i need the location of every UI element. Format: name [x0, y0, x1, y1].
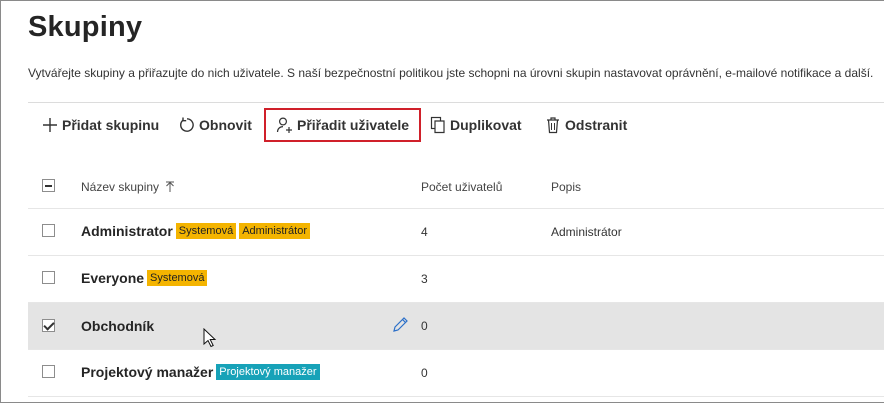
column-header-name-label: Název skupiny	[81, 180, 160, 194]
row-checkbox[interactable]	[42, 365, 55, 378]
add-group-button[interactable]: Přidat skupinu	[40, 108, 159, 142]
column-header-name[interactable]: Název skupiny	[81, 180, 175, 196]
duplicate-label: Duplikovat	[450, 117, 522, 133]
column-header-description[interactable]: Popis	[551, 180, 581, 194]
assign-users-button[interactable]: Přiřadit uživatele	[264, 108, 422, 142]
group-name-cell: Everyone Systemová	[81, 270, 208, 286]
status-badge: Systemová	[175, 223, 237, 239]
refresh-button[interactable]: Obnovit	[177, 108, 252, 142]
user-count: 0	[421, 319, 428, 333]
user-count: 4	[421, 225, 428, 239]
app-window: Skupiny Vytvářejte skupiny a přiřazujte …	[0, 0, 884, 403]
refresh-icon	[177, 115, 197, 135]
edit-pencil-icon[interactable]	[392, 316, 409, 338]
row-checkbox[interactable]	[42, 319, 55, 332]
plus-icon	[40, 115, 60, 135]
group-description: Administrátor	[551, 225, 622, 239]
status-badge: Projektový manažer	[216, 364, 320, 380]
group-name-cell: Projektový manažer Projektový manažer	[81, 364, 320, 380]
page-description: Vytvářejte skupiny a přiřazujte do nich …	[28, 66, 874, 80]
add-user-icon	[275, 115, 295, 135]
page-title: Skupiny	[28, 11, 143, 43]
column-header-user-count[interactable]: Počet uživatelů	[421, 180, 502, 194]
table-header: Název skupiny Počet uživatelů Popis	[28, 163, 884, 209]
row-checkbox[interactable]	[42, 224, 55, 237]
status-badge: Administrátor	[239, 223, 311, 239]
row-checkbox[interactable]	[42, 271, 55, 284]
group-name: Everyone	[81, 270, 145, 286]
user-count: 3	[421, 272, 428, 286]
group-name: Obchodník	[81, 318, 155, 334]
group-name-cell: Administrator Systemová Administrátor	[81, 223, 311, 239]
delete-label: Odstranit	[565, 117, 628, 133]
table-row[interactable]: Projektový manažer Projektový manažer 0	[28, 350, 884, 397]
group-name: Projektový manažer	[81, 364, 214, 380]
group-name-cell: Obchodník	[81, 318, 154, 334]
add-group-label: Přidat skupinu	[62, 117, 160, 133]
group-name: Administrator	[81, 223, 173, 239]
trash-icon	[543, 115, 563, 135]
refresh-label: Obnovit	[199, 117, 252, 133]
sort-ascending-icon	[165, 181, 175, 196]
select-all-checkbox[interactable]	[42, 179, 55, 192]
table-row[interactable]: Administrator Systemová Administrátor 4 …	[28, 209, 884, 256]
toolbar: Přidat skupinu Obnovit Přiřadit uživatel…	[1, 106, 884, 144]
status-badge: Systemová	[147, 270, 208, 286]
delete-button[interactable]: Odstranit	[543, 108, 627, 142]
header-divider	[28, 102, 884, 103]
assign-users-label: Přiřadit uživatele	[297, 117, 410, 133]
table-row-selected[interactable]: Obchodník 0	[28, 303, 884, 350]
user-count: 0	[421, 366, 428, 380]
duplicate-button[interactable]: Duplikovat	[428, 108, 522, 142]
table-row[interactable]: Everyone Systemová 3	[28, 256, 884, 303]
copy-icon	[428, 115, 448, 135]
